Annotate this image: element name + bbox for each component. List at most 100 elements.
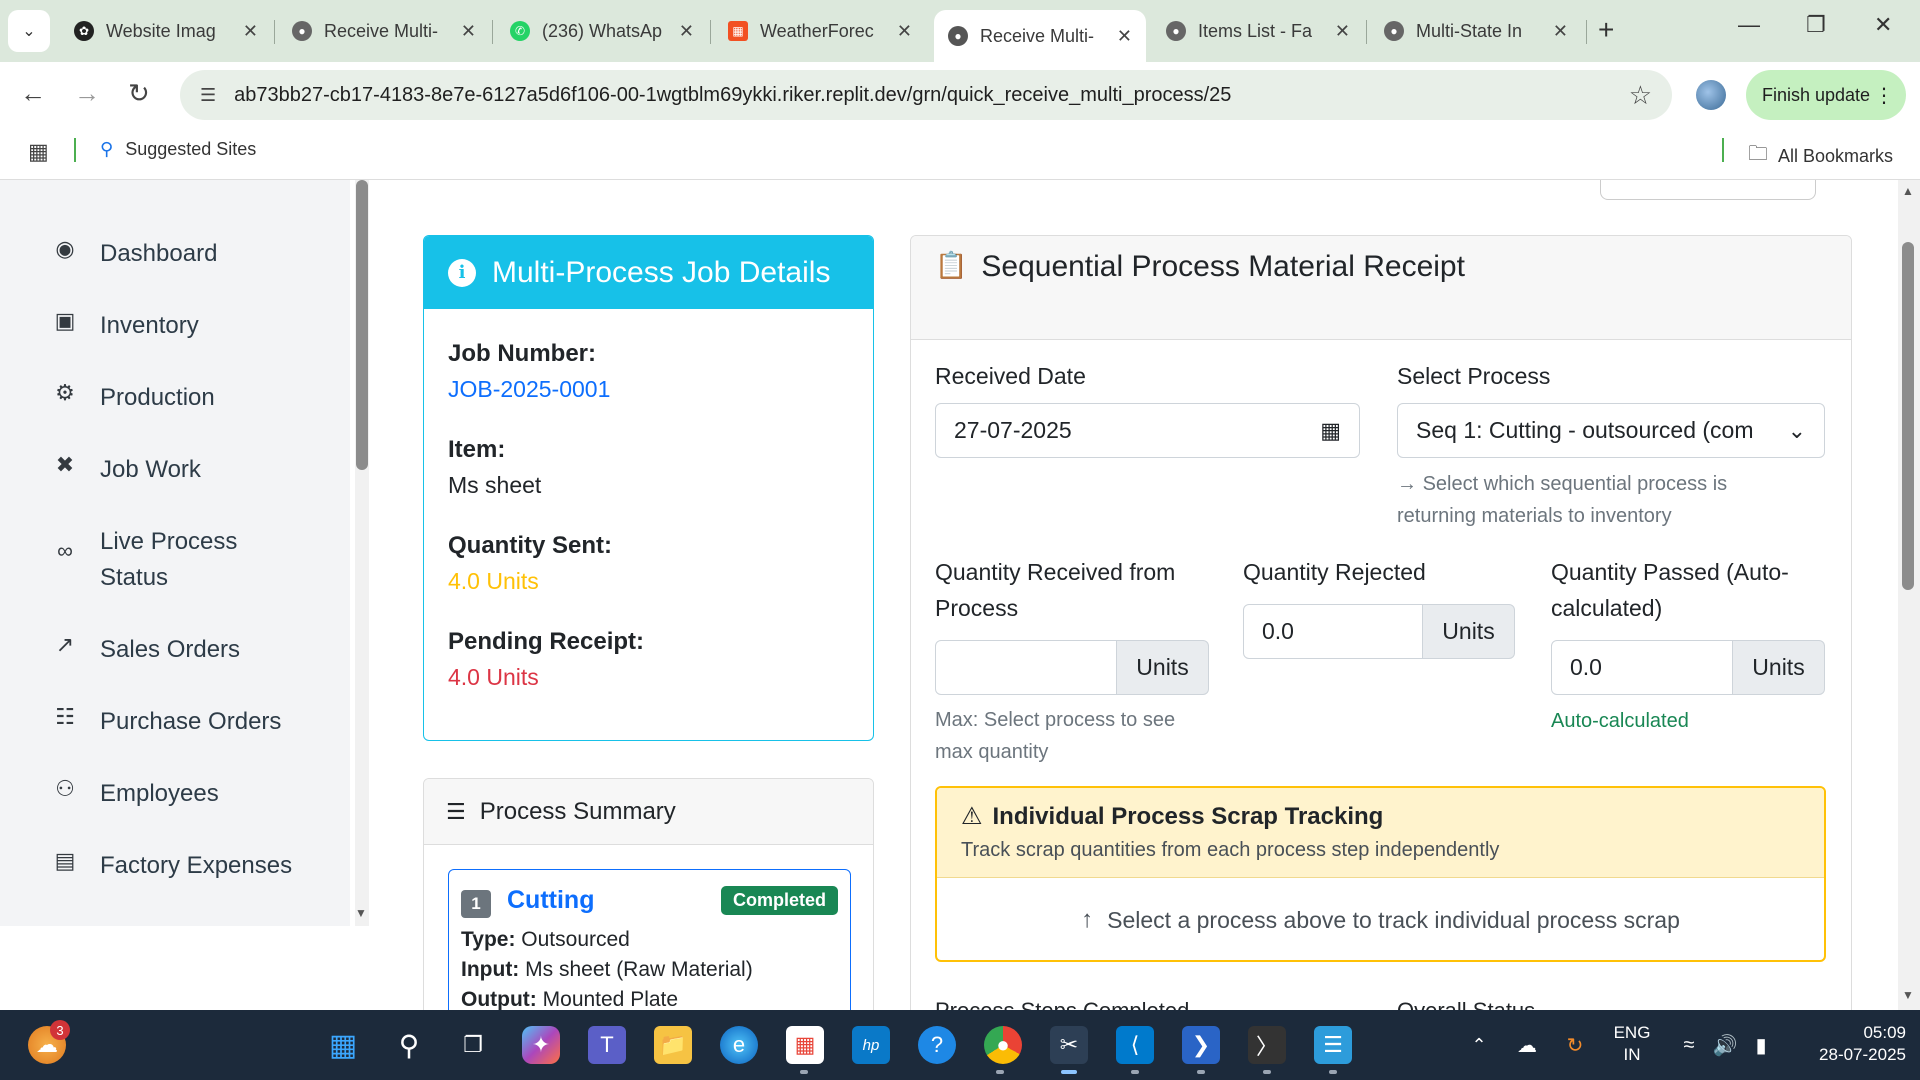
reload-icon[interactable]: ↻ [128,78,150,109]
sync-icon[interactable]: ↻ [1556,1026,1594,1064]
forward-icon[interactable]: → [74,78,100,109]
volume-icon[interactable]: 🔊 [1706,1026,1744,1064]
browser-tab[interactable]: ▦ WeatherForec ✕ [714,10,926,52]
battery-icon[interactable]: ▮ [1742,1026,1780,1064]
quantity-rejected-input[interactable]: 0.0 [1243,604,1423,659]
browser-tab[interactable]: ● Receive Multi- ✕ [278,10,490,52]
chart-line-icon: ↗ [55,632,75,657]
show-hidden-icons-icon[interactable]: ⌃ [1460,1026,1498,1064]
browser-tab[interactable]: ✆ (236) WhatsAp ✕ [496,10,708,52]
browser-tab[interactable]: ● Items List - Fa ✕ [1152,10,1364,52]
terminal-icon[interactable]: 〉 [1248,1026,1286,1064]
tab-search-dropdown[interactable]: ⌄ [8,10,50,52]
sidebar-item-purchase-orders[interactable]: ☷ Purchase Orders [50,704,281,740]
job-number-link[interactable]: JOB-2025-0001 [448,376,610,403]
sidebar-item-employees[interactable]: ⚇ Employees [50,776,219,812]
site-info-icon[interactable]: ☰ [200,85,216,106]
apps-grid-icon[interactable]: ▦ [28,139,49,165]
windows-start-icon[interactable]: ▦ [324,1026,362,1064]
tab-separator [492,20,493,44]
browser-tab[interactable]: ● Multi-State In ✕ [1370,10,1582,52]
sidebar-scrollbar-thumb[interactable] [356,180,368,470]
sidebar-item-inventory[interactable]: ▣ Inventory [50,308,199,344]
process-summary-header: ☰ Process Summary [424,779,873,845]
scroll-down-arrow-icon[interactable]: ▼ [1902,988,1914,1002]
close-tab-icon[interactable]: ✕ [1117,26,1132,47]
scroll-down-arrow-icon[interactable]: ▼ [355,906,367,920]
wifi-icon[interactable]: ≈ [1670,1026,1708,1064]
powershell-icon[interactable]: ❯ [1182,1026,1220,1064]
bookmark-divider [1722,138,1724,162]
file-explorer-icon[interactable]: 📁 [654,1026,692,1064]
openai-icon: ✿ [74,21,94,41]
all-bookmarks-link[interactable]: 🗀 All Bookmarks [1748,139,1893,173]
units-addon: Units [1733,640,1825,695]
chrome-icon[interactable]: ● [984,1026,1022,1064]
search-icon: ⚲ [100,139,114,159]
close-tab-icon[interactable]: ✕ [461,21,476,42]
close-tab-icon[interactable]: ✕ [1335,21,1350,42]
profile-avatar[interactable] [1696,80,1726,110]
status-badge: Completed [720,886,838,915]
quantity-passed-input[interactable]: 0.0 [1551,640,1733,695]
notepad-icon[interactable]: ☰ [1314,1026,1352,1064]
sidebar-item-job-work[interactable]: ✖ Job Work [50,452,201,488]
suggested-sites-link[interactable]: ⚲ Suggested Sites [100,139,256,160]
restore-icon[interactable]: ❐ [1806,12,1826,38]
arrow-right-icon: → [1397,473,1417,495]
scroll-up-arrow-icon[interactable]: ▲ [1902,184,1914,198]
task-view-icon[interactable]: ❐ [454,1026,492,1064]
quantity-received-input[interactable] [935,640,1117,695]
sidebar-item-sales-orders[interactable]: ↗ Sales Orders [50,632,240,668]
running-indicator [800,1070,808,1074]
page-scrollbar-thumb[interactable] [1902,242,1914,590]
edge-icon[interactable]: e [720,1026,758,1064]
new-tab-icon[interactable]: + [1598,14,1614,46]
browser-tab[interactable]: ✿ Website Imag ✕ [60,10,272,52]
received-date-input[interactable]: 27-07-2025 ▦ [935,403,1360,458]
close-tab-icon[interactable]: ✕ [679,21,694,42]
bookmark-star-icon[interactable]: ☆ [1629,80,1652,111]
boxes-icon: ▣ [54,308,76,333]
page-viewport: ◉ Dashboard ▣ Inventory ⚙ Production ✖ J… [0,180,1920,1010]
process-input-line: Input: Ms sheet (Raw Material) [461,958,753,981]
job-number-label: Job Number: [448,340,597,367]
address-bar[interactable]: ☰ ab73bb27-cb17-4183-8e7e-6127a5d6f106-0… [180,70,1672,120]
minimize-icon[interactable]: — [1738,12,1760,38]
onedrive-icon[interactable]: ☁ [1508,1026,1546,1064]
header-button-remnant[interactable] [1600,180,1816,200]
quantity-sent-value: 4.0 Units [448,568,539,594]
copilot-icon[interactable]: ✦ [522,1026,560,1064]
myhp-icon[interactable]: hp [852,1026,890,1064]
browser-tab-active[interactable]: ● Receive Multi- ✕ [934,10,1146,62]
sidebar-item-live-process-status[interactable]: ∞ Live Process Status [50,524,237,596]
help-icon[interactable]: ? [918,1026,956,1064]
select-process-dropdown[interactable]: Seq 1: Cutting - outsourced (com ⌄ [1397,403,1825,458]
language-indicator[interactable]: ENG IN [1604,1022,1660,1066]
process-item[interactable]: 1 Cutting Completed Type: Outsourced Inp… [448,869,851,1010]
close-tab-icon[interactable]: ✕ [897,21,912,42]
close-tab-icon[interactable]: ✕ [243,21,258,42]
teams-icon[interactable]: T [588,1026,626,1064]
quantity-sent-label: Quantity Sent: [448,532,613,559]
quantity-received-group: Units [935,640,1209,695]
url-text[interactable]: ab73bb27-cb17-4183-8e7e-6127a5d6f106-00-… [234,84,1231,107]
select-process-help: → Select which sequential process is ret… [1397,473,1728,527]
tab-separator [274,20,275,44]
sidebar-item-dashboard[interactable]: ◉ Dashboard [50,236,217,272]
globe-icon: ● [1166,21,1186,41]
sidebar-item-production[interactable]: ⚙ Production [50,380,215,416]
process-name[interactable]: Cutting [507,886,594,915]
close-tab-icon[interactable]: ✕ [1553,21,1568,42]
snipping-tool-icon[interactable]: ✂ [1050,1026,1088,1064]
vscode-icon[interactable]: ⟨ [1116,1026,1154,1064]
finish-update-button[interactable]: Finish update ⋮ [1746,70,1906,120]
sidebar-item-factory-expenses[interactable]: ▤ Factory Expenses [50,848,293,884]
calendar-icon[interactable]: ▦ [1320,418,1341,444]
close-window-icon[interactable]: ✕ [1874,12,1892,38]
microsoft-store-icon[interactable]: ▦ [786,1026,824,1064]
search-icon[interactable]: ⚲ [390,1026,428,1064]
more-options-icon[interactable]: ⋮ [1874,83,1894,108]
clock[interactable]: 05:09 28-07-2025 [1796,1022,1906,1066]
back-icon[interactable]: ← [20,78,46,109]
